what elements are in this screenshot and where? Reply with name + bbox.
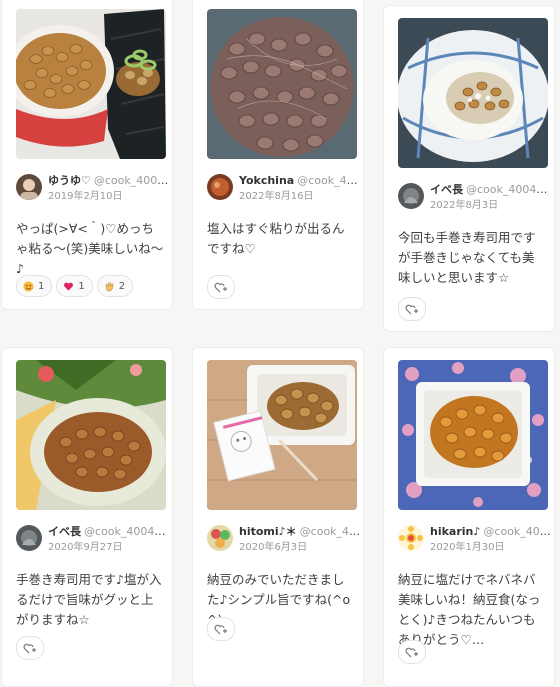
user-handle[interactable]: @cook_40043128 [466, 183, 552, 196]
reaction-chip[interactable]: 1 [16, 275, 53, 297]
natto-photo[interactable] [398, 18, 548, 168]
tsukurepo-card[interactable]: イベ長@cook_40043128 2020年9月27日 手巻き寿司用です♪塩が… [1, 347, 173, 687]
post-date: 2020年1月30日 [430, 542, 505, 553]
user-info: イベ長@cook_40043128 2020年9月27日 [16, 524, 170, 558]
user-handle[interactable]: @cook_40125432 [300, 525, 361, 538]
user-info: Yokchina@cook_40051120 2022年8月16日 [207, 173, 361, 207]
natto-photo[interactable] [207, 9, 357, 159]
add-reaction-button[interactable] [207, 275, 235, 299]
user-handle[interactable]: @cook_40087654 [483, 525, 552, 538]
avatar[interactable] [398, 525, 424, 551]
comment-text: 今回も手巻き寿司用ですが手巻きじゃなくても美味しいと思います☆ [398, 230, 536, 285]
avatar[interactable] [207, 525, 233, 551]
add-reaction-icon [214, 624, 227, 635]
post-date: 2022年8月3日 [430, 200, 499, 211]
add-reaction-button[interactable] [16, 636, 44, 660]
comment-text: 納豆に塩だけでネバネバ美味しいね！納豆食(なっとく)♪きつねたんいつもありがとう… [398, 572, 541, 647]
user-info: hitomi♪＊@cook_40125432 2020年6月3日 [207, 524, 361, 558]
natto-photo[interactable] [16, 9, 166, 159]
user-handle[interactable]: @cook_40051120 [297, 174, 361, 187]
comment-text: 手巻き寿司用です♪塩が入るだけで旨味がグッと上がりますね☆ [16, 572, 162, 627]
reaction-list: 1 1 2 [16, 275, 134, 297]
tsukurepo-card[interactable]: hitomi♪＊@cook_40125432 2020年6月3日 納豆のみでいた… [192, 347, 364, 687]
post-date: 2019年2月10日 [48, 191, 123, 202]
user-info: イベ長@cook_40043128 2022年8月3日 [398, 182, 552, 216]
user-handle[interactable]: @cook_40096231 [94, 174, 170, 187]
tsukurepo-card[interactable]: Yokchina@cook_40051120 2022年8月16日 塩入はすぐ粘… [192, 0, 364, 310]
comment-text: 塩入はすぐ粘りが出るんですね♡ [207, 221, 345, 256]
user-name-line[interactable]: イベ長@cook_40043128 [430, 182, 552, 198]
user-display-name[interactable]: イベ長 [48, 525, 81, 538]
user-display-name[interactable]: hikarin♪ [430, 525, 480, 538]
reaction-chip[interactable]: 2 [96, 275, 134, 297]
add-reaction-icon [23, 643, 36, 654]
user-display-name[interactable]: hitomi♪＊ [239, 525, 297, 538]
reaction-chip[interactable]: 1 [56, 275, 93, 297]
heart-emoji-icon [64, 282, 74, 291]
add-reaction-button[interactable] [398, 640, 426, 664]
user-display-name[interactable]: Yokchina [239, 174, 294, 187]
user-display-name[interactable]: イベ長 [430, 183, 463, 196]
user-display-name[interactable]: ゆうゆ♡ [48, 174, 91, 187]
user-name-line[interactable]: イベ長@cook_40043128 [48, 524, 170, 540]
tsukurepo-card[interactable]: hikarin♪@cook_40087654 2020年1月30日 納豆に塩だけ… [383, 347, 555, 687]
user-info: ゆうゆ♡@cook_40096231 2019年2月10日 [16, 173, 170, 207]
user-name-line[interactable]: hikarin♪@cook_40087654 [430, 524, 552, 540]
reaction-count: 2 [118, 280, 126, 292]
add-reaction-icon [405, 304, 418, 315]
post-date: 2020年6月3日 [239, 542, 308, 553]
tsukurepo-card[interactable]: イベ長@cook_40043128 2022年8月3日 今回も手巻き寿司用ですが… [383, 5, 555, 332]
add-reaction-icon [214, 282, 227, 293]
add-reaction-button[interactable] [207, 617, 235, 641]
avatar[interactable] [16, 174, 42, 200]
clap-emoji-icon [105, 281, 114, 291]
user-name-line[interactable]: ゆうゆ♡@cook_40096231 [48, 173, 170, 189]
reaction-count: 1 [38, 280, 45, 292]
natto-photo[interactable] [207, 360, 357, 510]
post-date: 2022年8月16日 [239, 191, 314, 202]
add-reaction-button[interactable] [398, 297, 426, 321]
avatar[interactable] [398, 183, 424, 209]
avatar[interactable] [16, 525, 42, 551]
natto-photo[interactable] [16, 360, 166, 510]
user-name-line[interactable]: Yokchina@cook_40051120 [239, 173, 361, 189]
post-date: 2020年9月27日 [48, 542, 123, 553]
user-info: hikarin♪@cook_40087654 2020年1月30日 [398, 524, 552, 558]
user-handle[interactable]: @cook_40043128 [84, 525, 170, 538]
comment-text: やっぱ(>∀<｀)♡めっちゃ粘る〜(笑)美味しいね〜♪ [16, 221, 164, 276]
tsukurepo-card[interactable]: ゆうゆ♡@cook_40096231 2019年2月10日 やっぱ(>∀<｀)♡… [1, 0, 173, 310]
avatar[interactable] [207, 174, 233, 200]
natto-photo[interactable] [398, 360, 548, 510]
user-name-line[interactable]: hitomi♪＊@cook_40125432 [239, 524, 361, 540]
smile-emoji-icon [23, 280, 34, 292]
add-reaction-icon [405, 647, 418, 658]
reaction-count: 1 [78, 280, 85, 292]
